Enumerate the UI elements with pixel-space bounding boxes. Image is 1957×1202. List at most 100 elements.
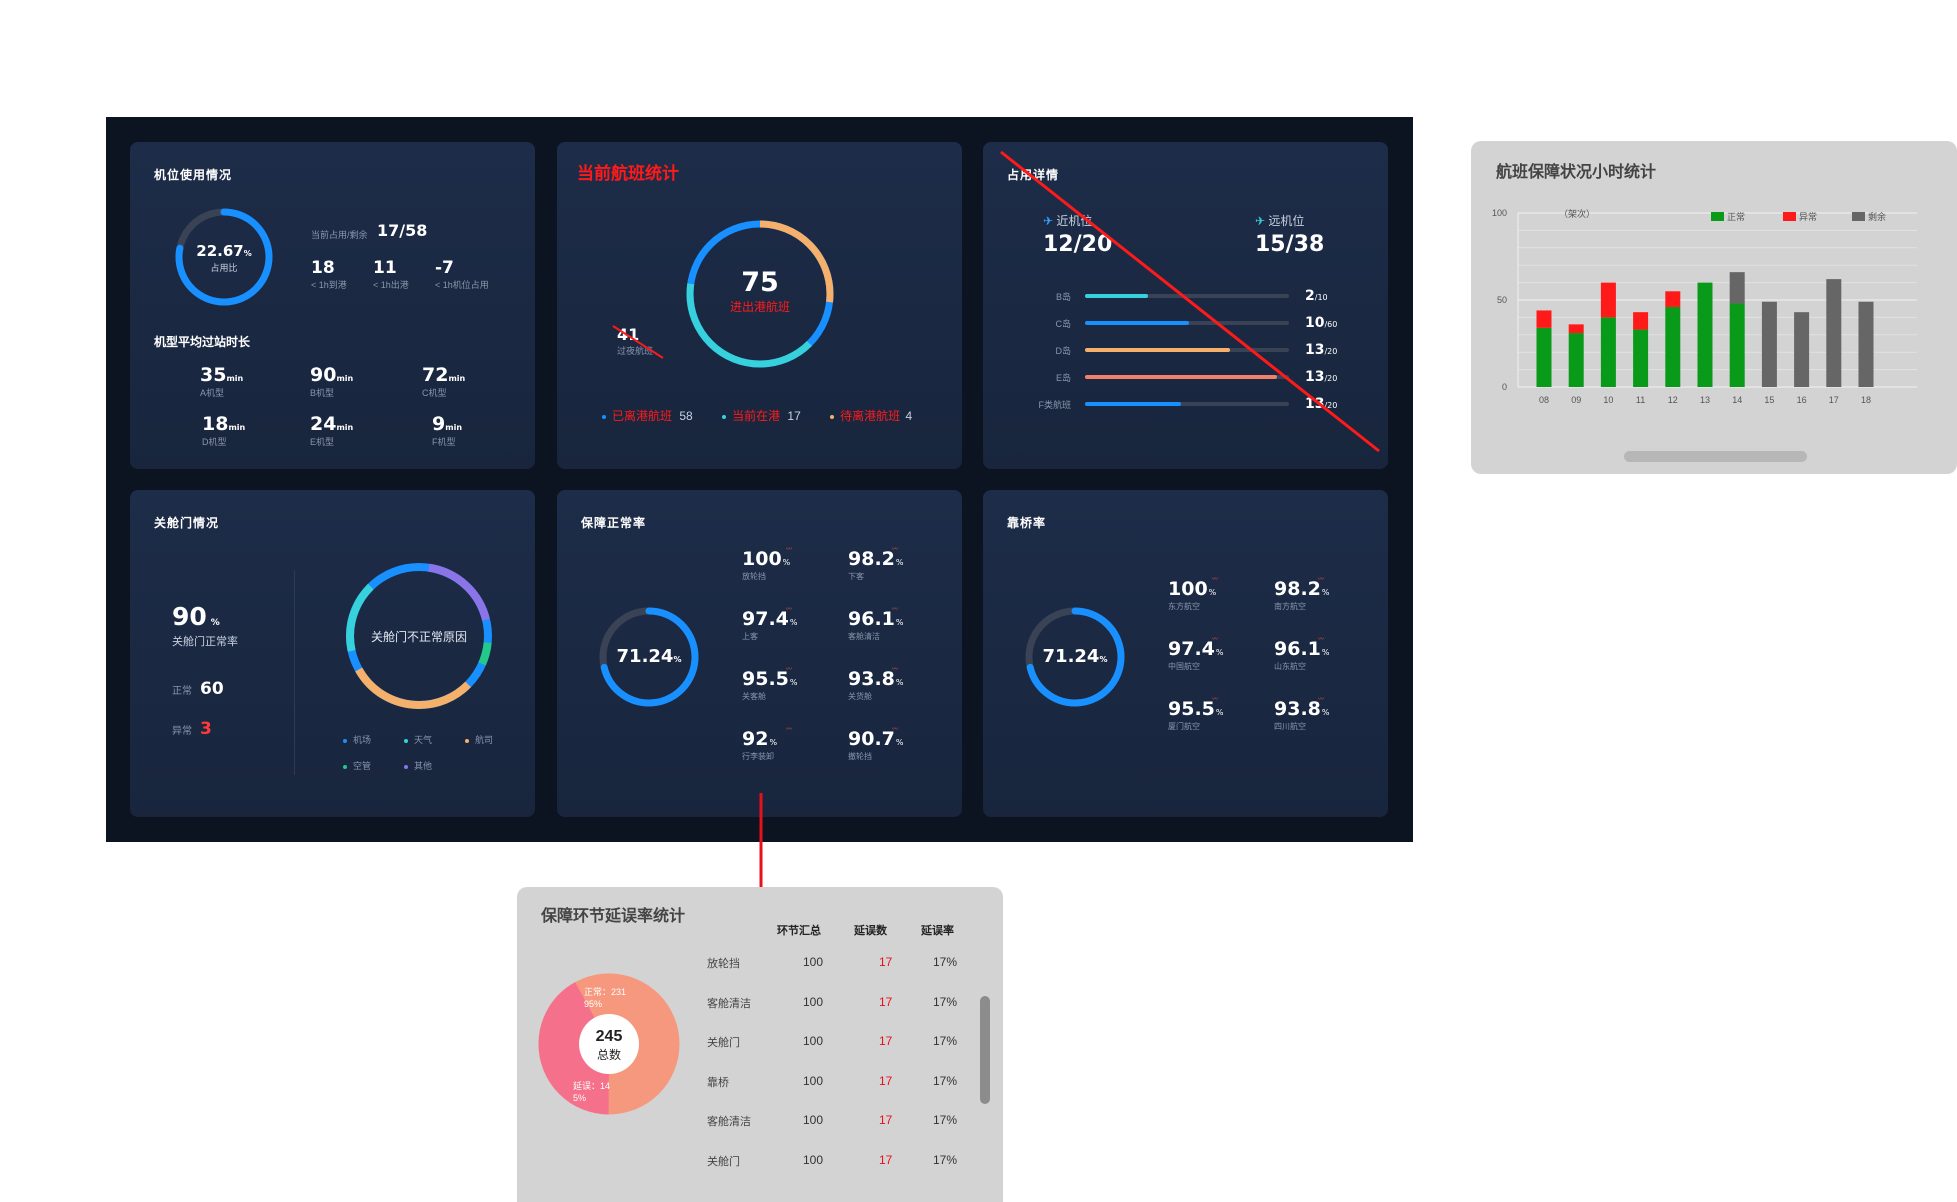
door-close-panel: 关舱门情况 90% 关舱门正常率 正常 60 异常 3 关舱门不正常原因 机场 天气… <box>130 490 535 817</box>
rate-label: 下客 <box>848 572 864 581</box>
rate-label: 行李装卸 <box>742 752 774 761</box>
guarantee-donut-center: 71.24% <box>616 646 682 667</box>
legend-item: 天气 <box>404 733 432 746</box>
legend-swatch <box>1711 212 1724 221</box>
metric-depart: 11 < 1h出港 <box>373 258 409 291</box>
rate-value: 92% <box>742 728 778 750</box>
strike-line <box>612 325 664 359</box>
hourly-chart-title: 航班保障状况小时统计 <box>1496 164 1657 181</box>
bar-segment <box>1665 306 1681 387</box>
cell-total: 100 <box>803 955 824 969</box>
rate-item: 90.7% 〰撤轮挡 <box>848 727 904 762</box>
legend-in-port: 当前在港 17 <box>722 409 801 423</box>
turn-time-item: 18min D机型 <box>202 413 246 447</box>
metric-label: < 1h机位占用 <box>435 280 489 290</box>
x-tick-label: 14 <box>1732 395 1742 405</box>
cell-delay: 17 <box>879 994 893 1009</box>
metric-value: 18 <box>311 258 335 278</box>
x-tick-label: 08 <box>1539 395 1549 405</box>
table-row: 客舱清洁 100 17 17% <box>707 1113 967 1133</box>
cell-rate: 17% <box>933 1113 958 1127</box>
metric-occupy: -7 < 1h机位占用 <box>435 258 489 291</box>
metrics-row: 18 < 1h到港 11 < 1h出港 -7 < 1h机位占用 <box>311 258 511 298</box>
trend-icon: 〰 <box>1212 637 1219 643</box>
bar-segment <box>1600 282 1616 318</box>
pie-total: 245 <box>595 1028 623 1045</box>
table-row: 客舱清洁 100 17 17% <box>707 995 967 1015</box>
table-row: 靠桥 100 17 17% <box>707 1074 967 1094</box>
pie-delay-label: 延误：14 5% <box>573 1081 611 1103</box>
legend-departed: 已离港航班 58 <box>602 409 693 423</box>
guarantee-rate-panel: 保障正常率 71.24% 100% 〰放轮挡 98.2% 〰下客 97.4% 〰上客 96.… <box>557 490 962 817</box>
x-tick-label: 12 <box>1668 395 1678 405</box>
dashboard-board: 机位使用情况 22.67% 占用比 当前占用/剩余 17/58 18 < 1h到港… <box>106 117 1413 842</box>
cell-name: 关舱门 <box>707 1037 740 1049</box>
bar-segment <box>1697 282 1713 387</box>
rate-item: 100% 〰放轮挡 <box>742 547 792 582</box>
legend-item: 机场 <box>343 733 371 746</box>
flight-legend: 已离港航班 58 当前在港 17 待离港航班 4 <box>602 407 932 424</box>
x-tick-label: 18 <box>1861 395 1871 405</box>
rate-label: 南方航空 <box>1274 602 1306 611</box>
chart-scrollbar[interactable] <box>1624 451 1807 462</box>
bar-segment <box>1568 333 1584 387</box>
bar-segment <box>1633 312 1649 330</box>
rate-item: 93.8% 〰关货舱 <box>848 667 904 702</box>
strike-line <box>1000 150 1380 453</box>
x-tick-label: 10 <box>1603 395 1613 405</box>
cell-total: 100 <box>803 1113 824 1127</box>
cell-total: 100 <box>803 994 824 1009</box>
x-tick-label: 11 <box>1636 395 1645 405</box>
table-scrollbar[interactable] <box>980 996 990 1104</box>
header-total: 环节汇总 <box>777 925 821 937</box>
flight-total: 75 <box>741 267 779 298</box>
rate-label: 放轮挡 <box>742 572 766 581</box>
rate-label: 厦门航空 <box>1168 722 1200 731</box>
turn-time-title: 机型平均过站时长 <box>154 335 251 349</box>
rate-value: 100% <box>742 548 791 570</box>
panel-title: 机位使用情况 <box>154 168 233 182</box>
door-abnormal: 异常 3 <box>172 719 212 739</box>
rate-item: 96.1% 〰山东航空 <box>1274 637 1330 672</box>
rate-label: 山东航空 <box>1274 662 1306 671</box>
legend-swatch <box>1783 212 1796 221</box>
delay-stats-card: 保障环节延误率统计 245 总数 正常：231 95% 延误：14 5% 环节汇总 … <box>517 887 1003 1202</box>
cell-name: 放轮挡 <box>707 958 740 970</box>
metric-label: < 1h出港 <box>373 280 409 290</box>
rate-item: 95.5% 〰关客舱 <box>742 667 798 702</box>
turn-time-item: 72min C机型 <box>422 364 466 398</box>
trend-icon: 〰 <box>786 607 793 613</box>
cell-name: 客舱清洁 <box>707 1116 751 1128</box>
panel-title: 保障正常率 <box>581 516 647 530</box>
usage-percent-unit: % <box>243 249 252 258</box>
x-tick-label: 15 <box>1764 395 1774 405</box>
cell-rate: 17% <box>933 1152 958 1167</box>
door-normal: 正常 60 <box>172 679 224 699</box>
trend-icon: 〰 <box>1318 697 1325 703</box>
turn-time-item: 90min B机型 <box>310 364 354 398</box>
cell-delay: 17 <box>879 1113 893 1127</box>
bar-segment <box>1826 279 1842 387</box>
rate-item: 98.2% 〰南方航空 <box>1274 577 1330 612</box>
turn-time-grid: 35min A机型 90min B机型 72min C机型 18min D机型 24mi… <box>200 364 520 454</box>
y-tick-label: 0 <box>1502 382 1507 392</box>
rate-item: 92% 〰行李装卸 <box>742 727 792 762</box>
rate-item: 97.4% 〰上客 <box>742 607 798 642</box>
cell-delay: 17 <box>879 1034 893 1048</box>
rate-label: 客舱清洁 <box>848 632 880 641</box>
rate-item: 98.2% 〰下客 <box>848 547 904 582</box>
bar-segment <box>1729 272 1745 304</box>
legend-item: 空管 <box>343 759 371 772</box>
bar-segment <box>1633 329 1649 387</box>
rate-label: 中国航空 <box>1168 662 1200 671</box>
trend-icon: 〰 <box>1318 637 1325 643</box>
rate-label: 撤轮挡 <box>848 752 872 761</box>
cell-rate: 17% <box>933 1073 958 1088</box>
divider <box>294 570 295 775</box>
door-rate-value: 90 <box>172 602 207 631</box>
door-ring-center: 关舱门不正常原因 <box>370 630 467 644</box>
x-tick-label: 13 <box>1700 395 1710 405</box>
rate-item: 95.5% 〰厦门航空 <box>1168 697 1224 732</box>
trend-icon: 〰 <box>892 547 899 553</box>
trend-icon: 〰 <box>786 667 793 673</box>
